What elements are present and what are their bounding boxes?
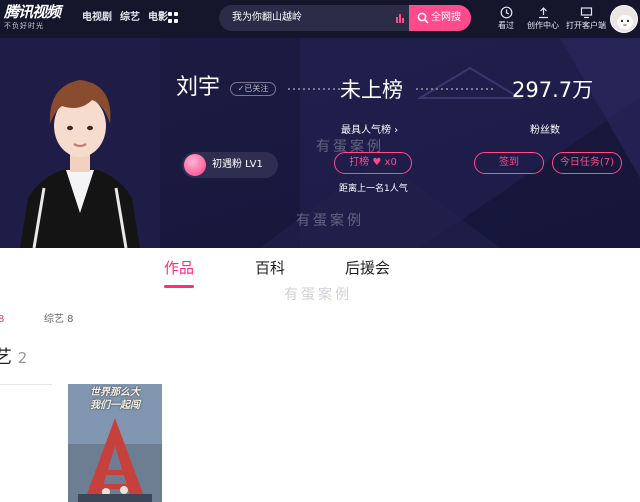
site-logo[interactable]: 腾讯视频 不负好时光	[4, 3, 76, 31]
star-banner: 刘宇 ✓已关注 未上榜 297.7万 最具人气榜 › 粉丝数 初遇粉 LV1 打…	[0, 38, 640, 248]
rank-gap-text: 距离上一名1人气	[339, 184, 408, 194]
fans-label: 粉丝数	[530, 125, 560, 136]
nav-link-tv[interactable]: 电视剧	[82, 11, 112, 25]
watermark: 有蛋案例	[316, 139, 384, 155]
search-button-label: 全网搜	[431, 12, 461, 23]
watermark: 有蛋案例	[284, 287, 352, 303]
popularity-rank-link[interactable]: 最具人气榜 ›	[341, 124, 398, 138]
filter-variety[interactable]: 综艺 8	[44, 313, 74, 327]
sign-in-button[interactable]: 签到	[474, 152, 544, 174]
tab-fan-club[interactable]: 后援会	[345, 258, 390, 278]
client-icon	[580, 7, 592, 19]
tab-encyclopedia[interactable]: 百科	[255, 258, 285, 278]
section-title: 艺 2	[0, 346, 27, 370]
fan-level-text: 初遇粉 LV1	[212, 159, 263, 170]
divider-dots	[416, 88, 496, 90]
logo-slogan: 不负好时光	[4, 22, 44, 30]
divider-dots	[288, 88, 340, 90]
poster-title-line1: 世界那么大	[90, 387, 140, 398]
creator-center-label: 创作中心	[527, 21, 559, 30]
star-photo	[0, 38, 160, 248]
vote-label: 打榜	[349, 157, 370, 168]
search-icon	[417, 12, 429, 24]
open-client-label: 打开客户端	[566, 21, 606, 30]
upload-icon	[538, 7, 548, 19]
hot-rank-icon[interactable]	[395, 13, 405, 23]
star-name: 刘宇	[176, 75, 221, 100]
fan-level-icon	[184, 154, 206, 176]
vote-count: x0	[384, 157, 397, 168]
search-query: 我为你翻山越岭	[232, 12, 302, 23]
logo-text: 腾讯视频	[4, 3, 61, 21]
nav-link-movie[interactable]: 电影	[148, 11, 168, 25]
search-input[interactable]: 我为你翻山越岭	[219, 5, 409, 31]
daily-tasks-button[interactable]: 今日任务(7)	[552, 152, 622, 174]
nav-links: 电视剧 综艺 电影	[82, 11, 168, 25]
open-client-button[interactable]: 打开客户端	[566, 6, 606, 31]
show-poster[interactable]: 世界那么大 我们一起闯	[68, 384, 162, 502]
avatar-icon	[611, 6, 637, 32]
clock-icon	[500, 6, 512, 19]
section-divider	[0, 384, 52, 385]
filter-all[interactable]: 8	[0, 313, 4, 327]
heart-icon: ♥	[372, 157, 382, 168]
top-nav: 腾讯视频 不负好时光 电视剧 综艺 电影 我为你翻山越岭 全网搜 看过 创作中心…	[0, 0, 640, 38]
watermark: 有蛋案例	[296, 213, 364, 229]
poster-title-line2: 我们一起闯	[90, 400, 140, 411]
section-title-text: 艺	[0, 347, 12, 368]
search-button[interactable]: 全网搜	[409, 5, 471, 31]
section-count: 2	[17, 349, 28, 367]
follow-button[interactable]: ✓已关注	[230, 82, 276, 96]
fan-level-badge: 初遇粉 LV1	[182, 152, 278, 178]
user-avatar[interactable]	[610, 5, 638, 33]
creator-center-button[interactable]: 创作中心	[527, 6, 559, 31]
tab-works[interactable]: 作品	[164, 258, 194, 278]
history-button[interactable]: 看过	[498, 6, 514, 31]
history-label: 看过	[498, 21, 514, 30]
active-tab-indicator	[164, 285, 194, 288]
more-channels-icon[interactable]	[168, 12, 179, 23]
nav-link-variety[interactable]: 综艺	[120, 11, 140, 25]
fans-count: 297.7万	[512, 78, 594, 102]
rank-value: 未上榜	[340, 78, 403, 102]
poster-title: 世界那么大 我们一起闯	[68, 386, 162, 412]
